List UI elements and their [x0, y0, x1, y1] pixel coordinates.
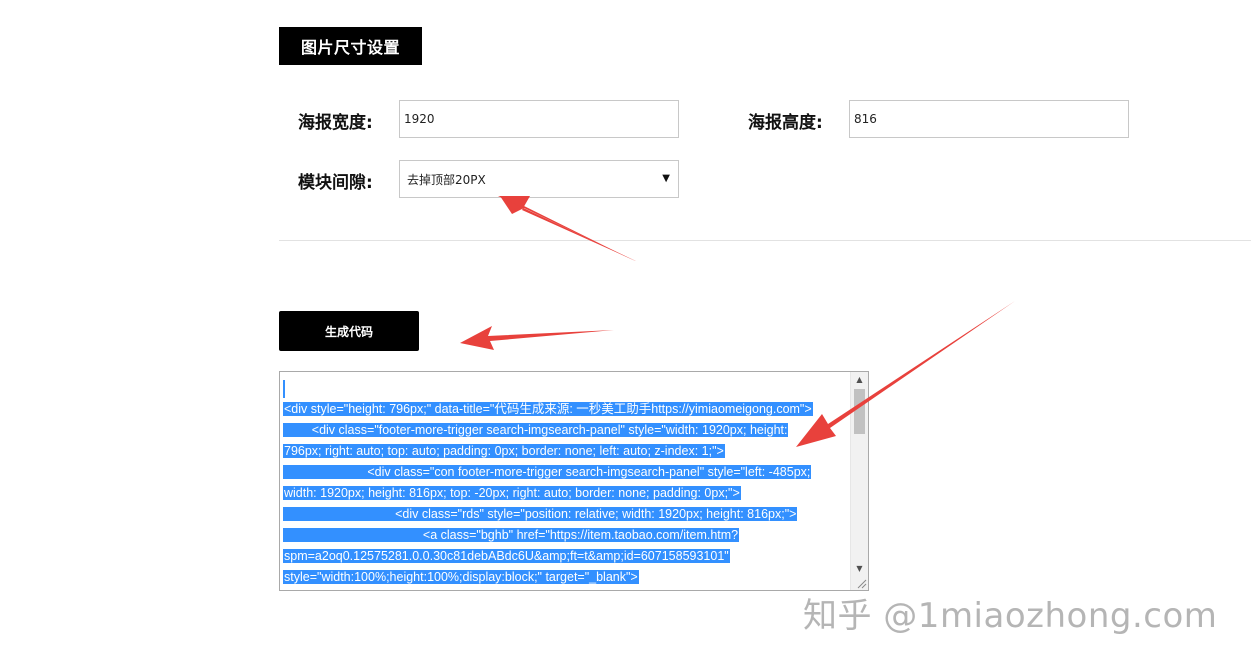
code-line: <div class="con footer-more-trigger sear… [283, 462, 851, 483]
scroll-down-arrow-icon[interactable]: ▼ [851, 561, 868, 576]
arrow-to-generate-button-icon [460, 326, 614, 350]
generate-code-button[interactable]: 生成代码 [279, 311, 419, 351]
module-gap-select[interactable]: 去掉顶部20PX ▼ [399, 160, 679, 198]
code-line: style="width:100%;height:100%;display:bl… [283, 567, 851, 588]
poster-width-label: 海报宽度: [298, 113, 373, 133]
code-line-text: <div style="height: 796px;" data-title="… [283, 402, 813, 416]
text-selection-start [283, 379, 285, 398]
code-line: <div style="height: 796px;" data-title="… [283, 399, 851, 420]
arrow-to-select-icon [498, 196, 638, 262]
poster-height-label: 海报高度: [748, 113, 823, 133]
section-divider [279, 240, 1251, 241]
code-line-text: <div class="footer-more-trigger search-i… [283, 423, 789, 437]
code-line: width: 1920px; height: 816px; top: -20px… [283, 483, 851, 504]
module-gap-selected-value: 去掉顶部20PX [407, 172, 486, 187]
watermark: 知乎 @1miaozhong.com [803, 596, 1218, 636]
code-output-text: <div style="height: 796px;" data-title="… [283, 378, 851, 588]
code-line: <div class="rds" style="position: relati… [283, 504, 851, 525]
poster-width-input[interactable] [399, 100, 679, 138]
code-cursor-line [283, 378, 851, 399]
code-line: <div class="footer-more-trigger search-i… [283, 420, 851, 441]
scroll-up-arrow-icon[interactable]: ▲ [851, 372, 868, 387]
poster-height-input[interactable] [849, 100, 1129, 138]
dropdown-arrow-icon: ▼ [662, 173, 670, 184]
code-line: <a class="bghb" href="https://item.taoba… [283, 525, 851, 546]
code-line: 796px; right: auto; top: auto; padding: … [283, 441, 851, 462]
code-line-text: 796px; right: auto; top: auto; padding: … [283, 444, 725, 458]
code-line-text: spm=a2oq0.12575281.0.0.30c81debABdc6U&am… [283, 549, 730, 563]
code-output-textarea[interactable]: <div style="height: 796px;" data-title="… [279, 371, 869, 591]
code-line-text: <div class="rds" style="position: relati… [283, 507, 798, 521]
code-line-text: width: 1920px; height: 816px; top: -20px… [283, 486, 741, 500]
module-gap-label: 模块间隙: [298, 173, 373, 193]
code-line-text: <a class="bghb" href="https://item.taoba… [283, 528, 740, 542]
code-output-scrollbar[interactable]: ▲ ▼ [850, 372, 868, 590]
code-line-text: <div class="con footer-more-trigger sear… [283, 465, 812, 479]
code-line: spm=a2oq0.12575281.0.0.30c81debABdc6U&am… [283, 546, 851, 567]
section-title: 图片尺寸设置 [279, 27, 422, 65]
code-line-text: style="width:100%;height:100%;display:bl… [283, 570, 639, 584]
scrollbar-thumb[interactable] [854, 389, 865, 434]
